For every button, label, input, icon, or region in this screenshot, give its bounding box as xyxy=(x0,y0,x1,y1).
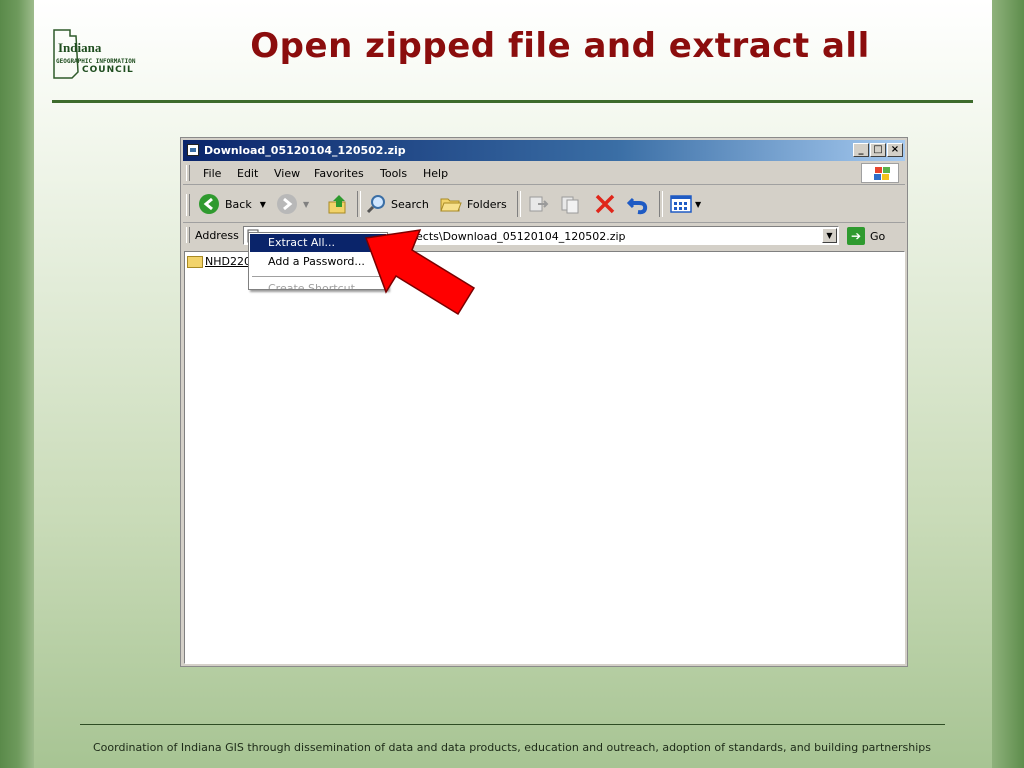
move-to-button[interactable] xyxy=(527,193,551,215)
standard-toolbar: Back ▼ ▼ Search Folders ▼ xyxy=(183,186,905,223)
igic-logo: Indiana GEOGRAPHIC INFORMATION COUNCIL xyxy=(48,26,166,82)
move-to-icon xyxy=(529,196,549,212)
folder-icon xyxy=(187,255,203,268)
logo-line1: Indiana xyxy=(58,40,102,55)
menu-file[interactable]: File xyxy=(203,167,221,180)
red-pointer-arrow-icon xyxy=(364,229,476,316)
windows-flag-icon xyxy=(861,163,899,183)
undo-button[interactable] xyxy=(625,193,651,215)
views-dropdown-icon[interactable]: ▼ xyxy=(695,200,701,209)
minimize-button[interactable]: _ xyxy=(853,143,869,157)
window-titlebar[interactable]: Download_05120104_120502.zip _ □ × xyxy=(183,140,905,161)
up-folder-icon xyxy=(328,195,346,214)
search-icon xyxy=(366,195,385,214)
address-grip xyxy=(186,227,190,243)
folders-button[interactable]: Folders xyxy=(439,193,507,215)
slide-title: Open zipped file and extract all xyxy=(250,26,870,66)
copy-to-button[interactable] xyxy=(559,193,583,215)
address-label: Address xyxy=(195,229,239,242)
folders-label: Folders xyxy=(467,197,507,211)
menu-view[interactable]: View xyxy=(274,167,300,180)
maximize-button[interactable]: □ xyxy=(870,143,886,157)
search-label: Search xyxy=(391,197,429,211)
toolbar-separator xyxy=(517,191,521,217)
window-title: Download_05120104_120502.zip xyxy=(204,144,406,157)
menu-grip xyxy=(186,165,190,181)
up-folder-button[interactable] xyxy=(327,193,349,215)
back-button[interactable]: Back ▼ xyxy=(199,193,266,215)
file-list-pane[interactable]: NHD2205 xyxy=(184,251,905,664)
menu-edit[interactable]: Edit xyxy=(237,167,258,180)
address-dropdown-icon[interactable]: ▼ xyxy=(822,228,837,243)
explorer-window: Download_05120104_120502.zip _ □ × File … xyxy=(180,137,908,667)
footer-divider xyxy=(80,724,945,725)
go-label: Go xyxy=(870,229,886,243)
indiana-state-logo-icon: Indiana GEOGRAPHIC INFORMATION COUNCIL xyxy=(53,29,136,79)
logo-line2: GEOGRAPHIC INFORMATION xyxy=(56,58,136,65)
delete-x-icon xyxy=(595,194,615,214)
forward-button[interactable]: ▼ xyxy=(277,193,309,215)
slide-footer: Coordination of Indiana GIS through diss… xyxy=(93,741,931,754)
menu-help[interactable]: Help xyxy=(423,167,448,180)
back-label: Back xyxy=(225,197,252,211)
search-button[interactable]: Search xyxy=(365,193,429,215)
toolbar-grip xyxy=(186,194,190,216)
forward-arrow-icon xyxy=(277,194,297,214)
views-button[interactable]: ▼ xyxy=(669,193,701,215)
back-dropdown-icon[interactable]: ▼ xyxy=(260,200,266,209)
menu-favorites[interactable]: Favorites xyxy=(314,167,364,180)
title-divider xyxy=(52,100,973,103)
close-button[interactable]: × xyxy=(887,143,903,157)
menu-bar: File Edit View Favorites Tools Help xyxy=(183,162,905,185)
delete-button[interactable] xyxy=(593,193,617,215)
toolbar-separator xyxy=(659,191,663,217)
undo-icon xyxy=(626,197,648,215)
toolbar-separator xyxy=(357,191,361,217)
copy-to-icon xyxy=(561,196,579,214)
logo-line3: COUNCIL xyxy=(82,65,134,75)
forward-dropdown-icon[interactable]: ▼ xyxy=(303,200,309,209)
zip-window-icon xyxy=(187,144,199,156)
go-arrow-icon: ➔ xyxy=(847,227,865,245)
views-icon xyxy=(670,195,692,213)
back-arrow-icon xyxy=(199,194,219,214)
go-button[interactable]: ➔ Go xyxy=(847,227,885,245)
folders-icon xyxy=(440,198,462,212)
menu-tools[interactable]: Tools xyxy=(380,167,407,180)
